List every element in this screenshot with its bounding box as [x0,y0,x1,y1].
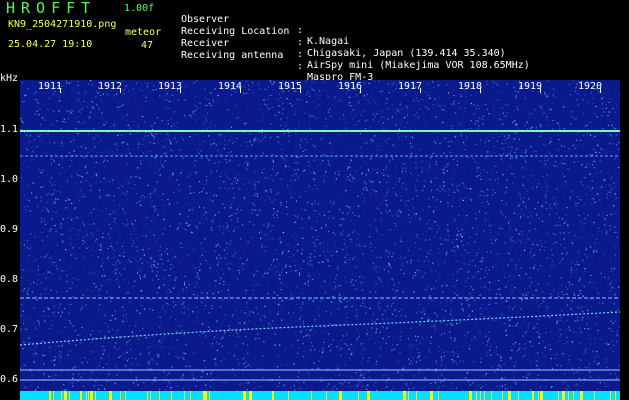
detection-marker [273,391,274,400]
detection-marker [533,391,534,400]
detection-marker [367,391,370,400]
version-label: 1.00f [124,3,155,14]
detection-marker [615,391,616,400]
detection-marker [150,391,151,400]
drift-trace [20,311,620,346]
detection-marker [438,391,439,400]
x-tick-label: 1913 [158,81,183,92]
info-colon: : [297,61,304,72]
y-tick-label: 0.7 [0,324,19,335]
detection-marker [580,391,583,400]
x-tick-label: 1919 [518,81,543,92]
detection-marker [358,391,359,400]
y-tick-label: 0.6 [0,374,19,385]
detection-marker [249,391,252,400]
detection-marker [159,391,160,400]
detection-marker [538,391,539,400]
detection-marker [272,391,273,400]
detection-marker [408,391,409,400]
detection-marker [109,391,112,400]
detection-marker [610,391,611,400]
info-label: Receiving antenna [181,50,284,61]
x-tick-label: 1916 [338,81,363,92]
detection-marker [86,391,87,400]
y-tick-label: 1.1 [0,124,19,135]
x-tick-label: 1918 [458,81,483,92]
detection-marker [416,391,417,400]
detection-marker [508,391,511,400]
detection-marker [91,391,92,400]
spectrogram-canvas [20,80,620,394]
x-tick-label: 1911 [38,81,63,92]
info-value: Chigasaki, Japan (139.414 35.340) [307,48,506,59]
detection-marker [81,391,82,400]
detection-marker [61,391,62,400]
detection-marker [518,391,519,400]
detection-marker [339,391,342,400]
detection-marker [573,391,574,400]
detection-marker [190,391,191,400]
detection-marker [184,391,185,400]
detection-marker [480,391,481,400]
datetime-label: 25.04.27 19:10 [8,39,93,50]
detection-marker [53,391,54,400]
detection-marker [594,391,595,400]
detection-marker [203,391,204,400]
detection-marker [540,391,543,400]
detection-strip [20,391,620,400]
detection-marker [562,391,565,400]
info-value: K.Nagai [307,36,350,47]
detection-marker [491,391,492,400]
detection-marker [49,391,50,400]
detection-marker [125,391,126,400]
detection-marker [171,391,172,400]
app-title: HROFFT [6,0,97,17]
info-value: AirSpy mini (Miakejima VOR 108.65MHz) [307,60,530,71]
detection-marker [204,391,207,400]
detection-marker [568,391,569,400]
detection-marker [69,391,70,400]
detection-marker [209,391,210,400]
spectrogram-panel[interactable] [20,80,620,400]
y-tick-label: 0.9 [0,224,19,235]
y-tick-label: 0.8 [0,274,19,285]
detection-marker [120,391,121,400]
detection-marker [88,391,89,400]
x-tick-label: 1917 [398,81,423,92]
detection-marker [288,391,289,400]
detection-marker [476,391,477,400]
x-tick-label: 1914 [218,81,243,92]
y-axis-unit: kHz [0,73,19,84]
detection-marker [311,391,312,400]
detection-marker [50,391,51,400]
detection-marker [484,391,485,400]
x-tick-label: 1912 [98,81,123,92]
detection-marker [147,391,148,400]
detection-marker [558,391,559,400]
detection-marker [403,391,406,400]
x-tick-label: 1920 [578,81,603,92]
y-tick-label: 1.0 [0,174,19,185]
detection-marker [469,391,472,400]
meteor-count: 47 [141,40,154,51]
x-tick-label: 1915 [278,81,303,92]
detection-marker [95,391,96,400]
detection-marker [243,391,246,400]
mode-label: meteor [125,27,162,38]
detection-marker [430,391,433,400]
filename-label: KN9_2504271910.png [8,19,117,30]
detection-marker [326,391,327,400]
detection-marker [64,391,67,400]
detection-marker [502,391,503,400]
